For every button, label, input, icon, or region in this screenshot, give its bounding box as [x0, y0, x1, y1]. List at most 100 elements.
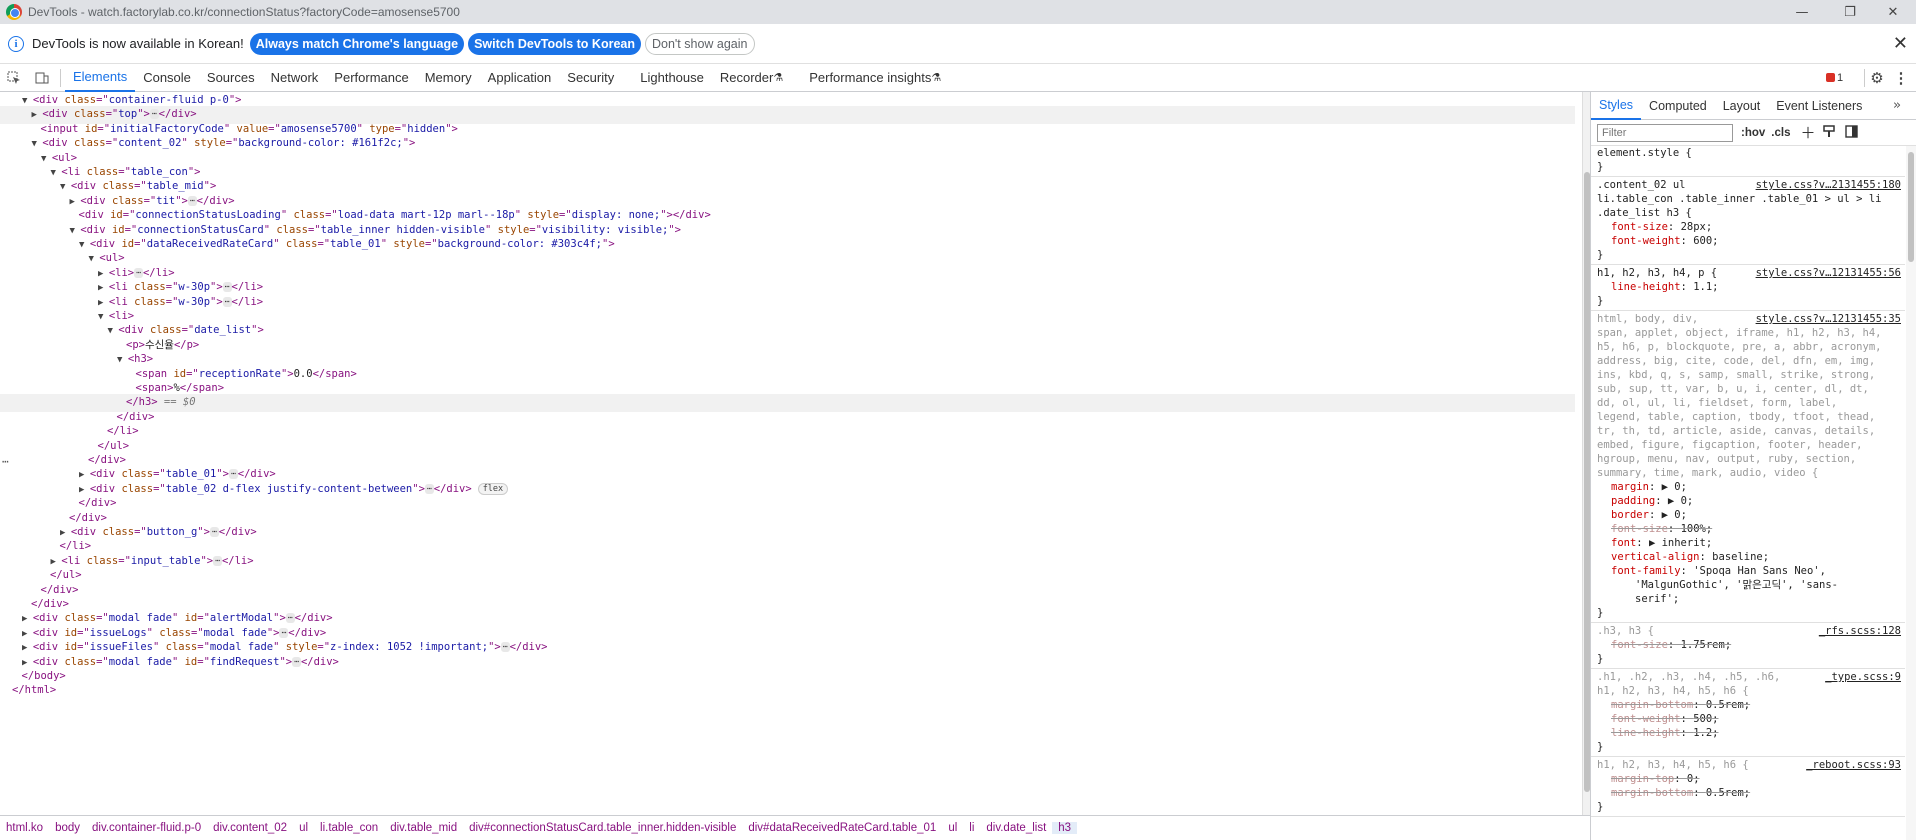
- more-options-icon[interactable]: ⋮: [1887, 64, 1915, 92]
- restore-icon[interactable]: ❐: [1827, 0, 1873, 24]
- device-toolbar-icon[interactable]: [28, 64, 56, 92]
- tab-console[interactable]: Console: [135, 64, 199, 92]
- expand-arrow-icon[interactable]: ▶: [32, 110, 43, 120]
- expand-ellipsis[interactable]: ⋯: [209, 527, 219, 537]
- expand-ellipsis[interactable]: ⋯: [213, 555, 222, 566]
- breadcrumb-item[interactable]: div.table_mid: [384, 822, 463, 834]
- expand-ellipsis[interactable]: ⋯: [500, 642, 510, 653]
- css-declaration[interactable]: font-family: 'Spoqa Han Sans Neo',: [1597, 564, 1903, 578]
- tab-security[interactable]: Security: [559, 64, 622, 92]
- tab-lighthouse[interactable]: Lighthouse: [622, 64, 712, 92]
- css-declaration[interactable]: line-height: 1.1;: [1597, 280, 1903, 294]
- stylesheet-link[interactable]: _type.scss:9: [1825, 670, 1901, 684]
- expand-arrow-icon[interactable]: ▶: [79, 470, 90, 480]
- expand-arrow-icon[interactable]: ▶: [22, 643, 33, 653]
- stylesheet-link[interactable]: _rfs.scss:128: [1819, 624, 1901, 638]
- expand-ellipsis[interactable]: ⋯: [222, 282, 232, 293]
- expand-arrow-icon[interactable]: ▼: [79, 240, 90, 250]
- expand-ellipsis[interactable]: ⋯: [187, 195, 197, 206]
- expand-ellipsis[interactable]: ⋯: [285, 613, 295, 624]
- breadcrumb-item[interactable]: h3: [1052, 822, 1078, 834]
- expand-arrow-icon[interactable]: ▶: [22, 629, 33, 639]
- tab-sources[interactable]: Sources: [199, 64, 263, 92]
- expand-ellipsis[interactable]: ⋯: [222, 296, 232, 307]
- tab-performance[interactable]: Performance: [326, 64, 416, 92]
- tab-network[interactable]: Network: [263, 64, 327, 92]
- dom-tree-scrollbar[interactable]: [1582, 92, 1590, 815]
- window-close-icon[interactable]: ✕: [1870, 0, 1916, 24]
- tab-application[interactable]: Application: [480, 64, 560, 92]
- stylesheet-link[interactable]: style.css?v…2131455:180: [1756, 178, 1901, 192]
- expand-arrow-icon[interactable]: ▼: [108, 326, 119, 336]
- css-declaration[interactable]: padding: ▶ 0;: [1597, 494, 1903, 508]
- css-declaration[interactable]: border: ▶ 0;: [1597, 508, 1903, 522]
- switch-to-korean-button[interactable]: Switch DevTools to Korean: [468, 32, 641, 55]
- breadcrumb-item[interactable]: div#connectionStatusCard.table_inner.hid…: [463, 822, 742, 834]
- expand-arrow-icon[interactable]: ▶: [22, 614, 33, 624]
- css-declaration[interactable]: font-size: 100%;: [1597, 522, 1903, 536]
- css-declaration[interactable]: vertical-align: baseline;: [1597, 550, 1903, 564]
- breadcrumb-item[interactable]: body: [49, 822, 86, 834]
- breadcrumb-item[interactable]: div.content_02: [207, 822, 293, 834]
- css-declaration[interactable]: line-height: 1.2;: [1597, 726, 1903, 740]
- hover-state-toggle[interactable]: :hov: [1741, 127, 1765, 139]
- expand-arrow-icon[interactable]: ▼: [98, 312, 109, 322]
- css-declaration[interactable]: font-size: 1.75rem;: [1597, 638, 1903, 652]
- inspect-element-icon[interactable]: [0, 64, 28, 92]
- breadcrumb-item[interactable]: li: [963, 822, 980, 834]
- infobar-close-icon[interactable]: ✕: [1893, 33, 1908, 54]
- css-declaration[interactable]: font-weight: 500;: [1597, 712, 1903, 726]
- expand-arrow-icon[interactable]: ▼: [22, 96, 33, 106]
- dom-node[interactable]: </html>: [0, 682, 1575, 699]
- issues-counter[interactable]: 1: [1826, 72, 1843, 84]
- css-declaration[interactable]: margin-top: 0;: [1597, 772, 1903, 786]
- sidebar-tab-event-listeners[interactable]: Event Listeners: [1768, 92, 1870, 120]
- expand-arrow-icon[interactable]: ▶: [60, 528, 71, 538]
- more-tabs-chevron-icon[interactable]: »: [1893, 98, 1901, 113]
- expand-arrow-icon[interactable]: ▶: [98, 269, 109, 279]
- stylesheet-link[interactable]: style.css?v…12131455:35: [1756, 312, 1901, 326]
- breadcrumb-item[interactable]: ul: [942, 822, 963, 834]
- expand-ellipsis[interactable]: ⋯: [279, 627, 289, 638]
- expand-arrow-icon[interactable]: ▼: [60, 182, 71, 192]
- expand-ellipsis[interactable]: ⋯: [292, 656, 301, 667]
- css-declaration[interactable]: font-weight: 600;: [1597, 234, 1903, 248]
- stylesheet-link[interactable]: _reboot.scss:93: [1806, 758, 1901, 772]
- tab-performance-insights[interactable]: Performance insights ⚗: [791, 64, 949, 92]
- minimize-icon[interactable]: —: [1779, 0, 1825, 24]
- breadcrumb-item[interactable]: html.ko: [0, 822, 49, 834]
- expand-ellipsis[interactable]: ⋯: [134, 267, 143, 278]
- expand-arrow-icon[interactable]: ▶: [98, 283, 109, 293]
- styles-scrollbar[interactable]: [1906, 146, 1916, 840]
- class-toggle[interactable]: .cls: [1771, 127, 1790, 139]
- css-declaration[interactable]: margin-bottom: 0.5rem;: [1597, 698, 1903, 712]
- breadcrumb-item[interactable]: div#dataReceivedRateCard.table_01: [742, 822, 942, 834]
- ellipsis-icon[interactable]: ⋯: [2, 455, 9, 468]
- expand-arrow-icon[interactable]: ▶: [51, 557, 62, 567]
- breadcrumb-item[interactable]: div.container-fluid.p-0: [86, 822, 207, 834]
- css-declaration[interactable]: font-size: 28px;: [1597, 220, 1903, 234]
- sidebar-tab-computed[interactable]: Computed: [1641, 92, 1715, 120]
- sidebar-tab-styles[interactable]: Styles: [1591, 92, 1642, 120]
- sidebar-tab-layout[interactable]: Layout: [1715, 92, 1769, 120]
- expand-arrow-icon[interactable]: ▶: [22, 658, 33, 668]
- expand-arrow-icon[interactable]: ▼: [41, 154, 52, 164]
- expand-arrow-icon[interactable]: ▼: [51, 168, 62, 178]
- expand-arrow-icon[interactable]: ▼: [70, 226, 81, 236]
- tab-memory[interactable]: Memory: [417, 64, 480, 92]
- expand-ellipsis[interactable]: ⋯: [228, 469, 238, 480]
- add-rule-icon[interactable]: ＋: [1800, 122, 1815, 143]
- expand-arrow-icon[interactable]: ▼: [89, 254, 100, 264]
- expand-arrow-icon[interactable]: ▶: [70, 197, 81, 207]
- tab-elements[interactable]: Elements: [65, 64, 136, 92]
- expand-arrow-icon[interactable]: ▼: [32, 139, 43, 149]
- css-declaration[interactable]: margin: ▶ 0;: [1597, 480, 1903, 494]
- stylesheet-link[interactable]: style.css?v…12131455:56: [1756, 266, 1901, 280]
- styles-filter-input[interactable]: [1597, 123, 1733, 142]
- expand-arrow-icon[interactable]: ▶: [98, 298, 109, 308]
- tab-recorder[interactable]: Recorder ⚗: [712, 64, 791, 92]
- styles-scrollbar-thumb[interactable]: [1908, 152, 1914, 262]
- always-match-language-button[interactable]: Always match Chrome's language: [249, 32, 465, 55]
- expand-arrow-icon[interactable]: ▼: [117, 355, 128, 365]
- paint-brush-icon[interactable]: [1823, 123, 1836, 142]
